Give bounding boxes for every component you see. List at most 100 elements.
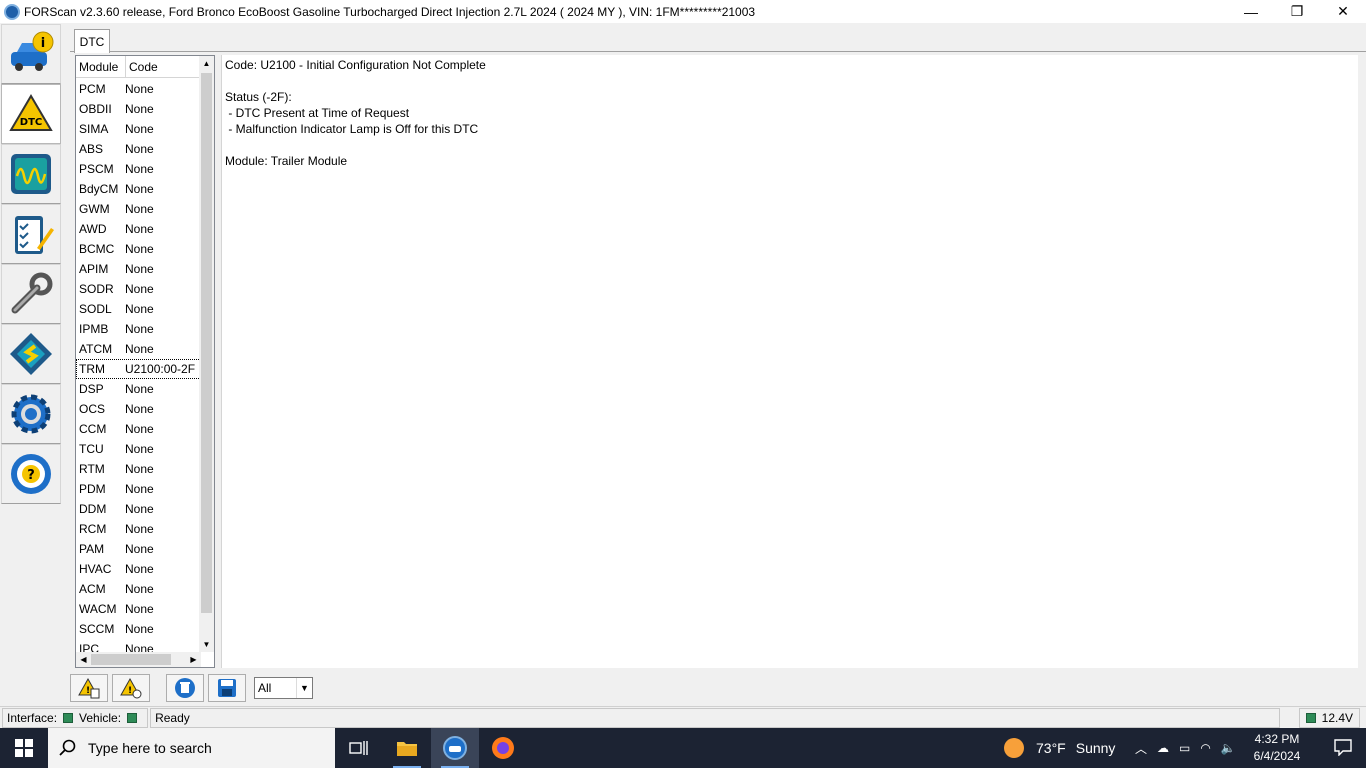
delete-button[interactable] [166, 674, 204, 702]
window-controls: — ❐ ✕ [1228, 0, 1366, 23]
scroll-left-icon[interactable]: ◀ [76, 652, 91, 667]
module-list-vertical-scrollbar[interactable]: ▲ ▼ [199, 56, 214, 652]
sidebar-item-service[interactable] [1, 264, 61, 324]
table-row[interactable]: ACM None [76, 579, 201, 599]
taskbar-search-box[interactable]: Type here to search [48, 728, 335, 768]
table-row[interactable]: ABS None [76, 139, 201, 159]
taskbar-firefox[interactable] [479, 728, 527, 768]
chevron-up-icon[interactable]: ︿ [1135, 740, 1147, 757]
table-row[interactable]: CCM None [76, 419, 201, 439]
scroll-thumb[interactable] [201, 73, 212, 613]
table-row[interactable]: AWD None [76, 219, 201, 239]
module-name-cell: RCM [79, 522, 107, 536]
table-row[interactable]: HVAC None [76, 559, 201, 579]
table-row[interactable]: PCM None [76, 79, 201, 99]
horizontal-scroll-thumb[interactable] [91, 654, 171, 665]
dtc-code-cell: None [125, 182, 154, 196]
table-row[interactable]: SODL None [76, 299, 201, 319]
start-button[interactable] [0, 728, 48, 768]
dtc-filter-select[interactable]: All ▼ [254, 677, 313, 699]
table-row[interactable]: SIMA None [76, 119, 201, 139]
table-row[interactable]: BdyCM None [76, 179, 201, 199]
taskbar-clock[interactable]: 4:32 PM 6/4/2024 [1252, 731, 1302, 765]
close-button[interactable]: ✕ [1320, 0, 1366, 23]
sidebar-item-help[interactable]: ? [1, 444, 61, 504]
scroll-up-icon[interactable]: ▲ [199, 56, 214, 71]
dtc-code-cell: None [125, 602, 154, 616]
restore-button[interactable]: ❐ [1274, 0, 1320, 23]
table-row[interactable]: IPMB None [76, 319, 201, 339]
dtc-code-cell: None [125, 502, 154, 516]
table-row[interactable]: SCCM None [76, 619, 201, 639]
clear-dtc-button[interactable]: ! [112, 674, 150, 702]
table-row[interactable]: GWM None [76, 199, 201, 219]
firefox-icon [492, 737, 514, 759]
column-header-module[interactable]: Module [76, 56, 126, 78]
notification-icon[interactable] [1334, 738, 1352, 756]
table-row[interactable]: DSP None [76, 379, 201, 399]
table-row[interactable]: PAM None [76, 539, 201, 559]
chip-icon [10, 333, 52, 375]
cloud-icon[interactable]: ☁ [1157, 741, 1169, 755]
dtc-code-cell: U2100:00-2F [125, 362, 196, 376]
scroll-right-icon[interactable]: ▶ [186, 652, 201, 667]
task-view-button[interactable] [335, 728, 383, 768]
clock-date: 6/4/2024 [1253, 749, 1301, 763]
module-name-cell: WACM [79, 602, 117, 616]
module-list[interactable]: Module Code PCM None OBDII None SIMA None ABS N… [75, 55, 215, 668]
table-row[interactable]: TCU None [76, 439, 201, 459]
volume-icon[interactable]: 🔈 [1221, 741, 1236, 755]
table-row[interactable]: TRM U2100:00-2F [76, 359, 201, 379]
read-dtc-button[interactable]: ! [70, 674, 108, 702]
sidebar-item-dtc[interactable]: DTC [1, 84, 61, 144]
battery-icon[interactable]: ▭ [1179, 741, 1190, 755]
read-dtc-icon: ! [78, 677, 100, 699]
table-row[interactable]: RTM None [76, 459, 201, 479]
chevron-down-icon[interactable]: ▼ [296, 678, 312, 698]
module-name-cell: CCM [79, 422, 107, 436]
search-icon [48, 739, 88, 757]
table-row[interactable]: BCMC None [76, 239, 201, 259]
dtc-code-cell: None [125, 322, 154, 336]
scroll-down-icon[interactable]: ▼ [199, 637, 214, 652]
sidebar-item-checklist[interactable] [1, 204, 61, 264]
module-name-cell: APIM [79, 262, 109, 276]
minimize-button[interactable]: — [1228, 0, 1274, 23]
module-list-horizontal-scrollbar[interactable]: ◀ ▶ [76, 652, 201, 667]
table-row[interactable]: ATCM None [76, 339, 201, 359]
sidebar-item-settings[interactable] [1, 384, 61, 444]
table-row[interactable]: DDM None [76, 499, 201, 519]
dtc-detail-panel: Code: U2100 - Initial Configuration Not … [221, 55, 1358, 668]
table-row[interactable]: OBDII None [76, 99, 201, 119]
table-row[interactable]: PSCM None [76, 159, 201, 179]
wifi-icon[interactable]: ◠ [1200, 741, 1210, 755]
save-button[interactable] [208, 674, 246, 702]
dtc-code-cell: None [125, 102, 154, 116]
taskbar-file-explorer[interactable] [383, 728, 431, 768]
sidebar-item-vehicle-info[interactable]: i [1, 24, 61, 84]
module-name-cell: BdyCM [79, 182, 119, 196]
column-header-code[interactable]: Code [126, 56, 201, 78]
module-name-cell: SIMA [79, 122, 109, 136]
taskbar-forscan[interactable] [431, 728, 479, 768]
weather-condition: Sunny [1075, 740, 1116, 756]
main-sidebar: i DTC ? [1, 24, 61, 504]
module-name-cell: ABS [79, 142, 104, 156]
sidebar-item-oscilloscope[interactable] [1, 144, 61, 204]
tab-dtc[interactable]: DTC [74, 29, 110, 53]
table-row[interactable]: APIM None [76, 259, 201, 279]
dtc-code-cell: None [125, 382, 154, 396]
table-row[interactable]: PDM None [76, 479, 201, 499]
module-name-cell: SODL [79, 302, 112, 316]
sidebar-item-configuration[interactable] [1, 324, 61, 384]
table-row[interactable]: SODR None [76, 279, 201, 299]
table-row[interactable]: WACM None [76, 599, 201, 619]
dtc-code-cell: None [125, 622, 154, 636]
wrench-icon [11, 272, 53, 314]
table-row[interactable]: OCS None [76, 399, 201, 419]
table-row[interactable]: RCM None [76, 519, 201, 539]
windows-taskbar: Type here to search 73°F Sunny ︿ ☁ ▭ ◠ 🔈… [0, 728, 1366, 768]
title-bar: FORScan v2.3.60 release, Ford Bronco Eco… [0, 0, 1366, 23]
weather-widget[interactable]: 73°F Sunny [1004, 728, 1115, 768]
dtc-code-cell: None [125, 302, 154, 316]
